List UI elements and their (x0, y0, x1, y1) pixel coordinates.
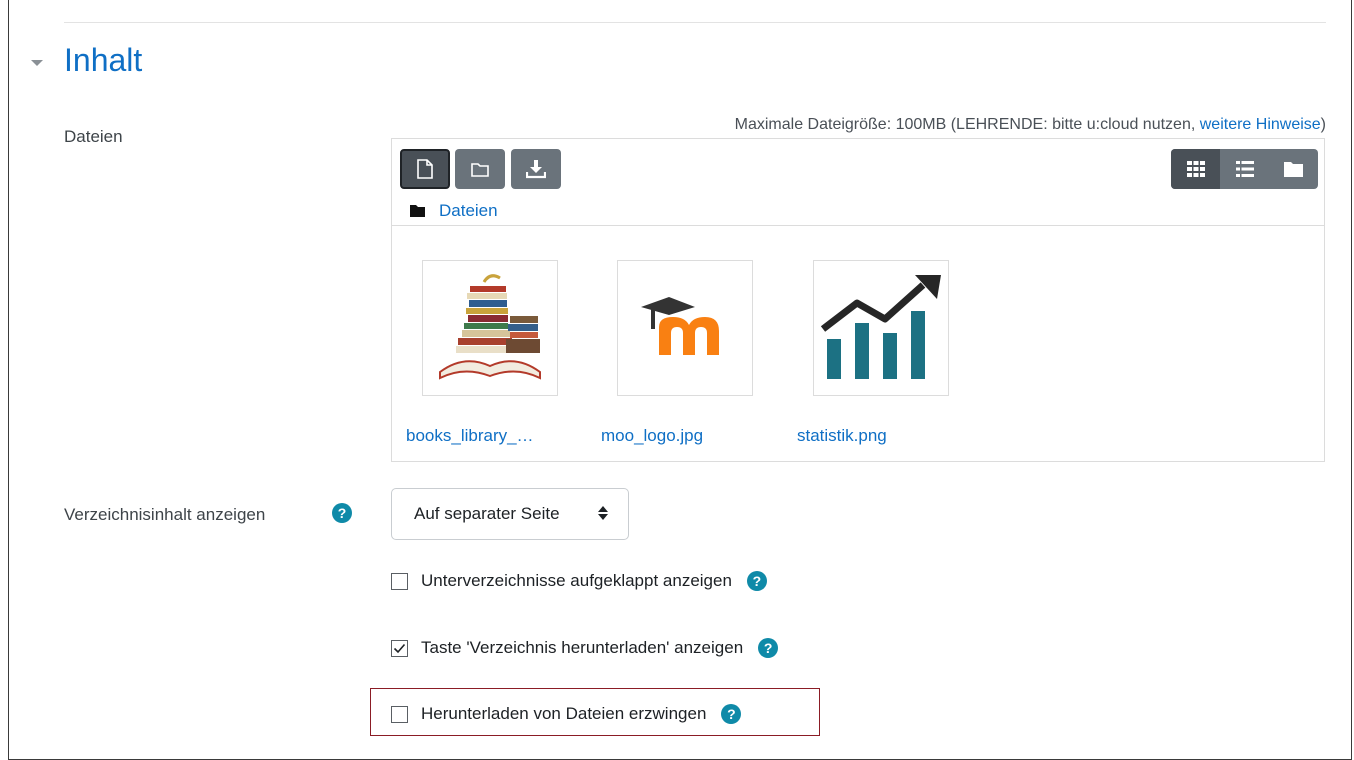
section-title[interactable]: Inhalt (64, 42, 142, 79)
display-select[interactable]: Auf separater Seite (391, 488, 629, 540)
file-manager-header: Dateien (392, 139, 1324, 226)
file-name[interactable]: moo_logo.jpg (601, 426, 703, 446)
tree-view-icon (1284, 162, 1303, 177)
max-filesize-note: Maximale Dateigröße: 100MB (LEHRENDE: bi… (734, 116, 1326, 133)
moodle-logo-icon (641, 297, 719, 355)
create-folder-button[interactable] (455, 149, 505, 189)
checkbox[interactable] (391, 572, 408, 590)
statistics-chart-thumbnail[interactable] (813, 260, 949, 396)
grid-view-button[interactable] (1171, 149, 1220, 189)
download-icon (526, 160, 546, 179)
help-icon[interactable]: ? (746, 571, 767, 591)
statistics-chart-icon (820, 275, 941, 379)
further-info-link[interactable]: weitere Hinweise (1200, 116, 1321, 133)
view-switcher (1171, 149, 1318, 189)
grid-view-icon (1186, 161, 1205, 177)
books-icon (439, 274, 541, 380)
file-add-icon (417, 159, 433, 179)
list-view-button[interactable] (1220, 149, 1269, 189)
help-icon[interactable]: ? (758, 638, 779, 658)
sort-caret-icon (598, 506, 608, 520)
breadcrumb-dateien[interactable]: Dateien (439, 201, 498, 221)
checkbox[interactable] (391, 705, 408, 723)
display-select-value: Auf separater Seite (414, 504, 560, 523)
list-view-icon (1235, 161, 1254, 177)
display-label: Verzeichnisinhalt anzeigen (64, 505, 266, 524)
file-item[interactable]: books_library_… (406, 260, 558, 445)
breadcrumb: Dateien (410, 201, 498, 221)
file-name[interactable]: books_library_… (406, 426, 534, 446)
option-show-download-button: Taste 'Verzeichnis herunterladen' anzeig… (391, 638, 779, 658)
moodle-logo-thumbnail[interactable] (617, 260, 753, 396)
file-item[interactable]: statistik.png (797, 260, 949, 445)
file-name[interactable]: statistik.png (797, 426, 887, 446)
file-item[interactable]: moo_logo.jpg (601, 260, 753, 445)
option-expand-subdirs: Unterverzeichnisse aufgeklappt anzeigen … (391, 571, 767, 591)
checkmark-icon (393, 643, 406, 653)
books-thumbnail[interactable] (422, 260, 558, 396)
help-icon[interactable]: ? (332, 503, 352, 523)
divider (64, 22, 1326, 23)
triangle-down-icon[interactable] (29, 56, 45, 72)
files-label: Dateien (64, 127, 123, 146)
file-manager: Dateien books_library_… moo_logo.jpg sta… (391, 138, 1325, 462)
option-force-download: Herunterladen von Dateien erzwingen ? (391, 704, 742, 724)
add-file-button[interactable] (400, 149, 450, 189)
tree-view-button[interactable] (1269, 149, 1318, 189)
download-button[interactable] (511, 149, 561, 189)
folder-create-icon (471, 162, 489, 177)
checkbox[interactable] (391, 639, 408, 657)
help-icon[interactable]: ? (721, 704, 742, 724)
folder-icon (410, 205, 425, 217)
